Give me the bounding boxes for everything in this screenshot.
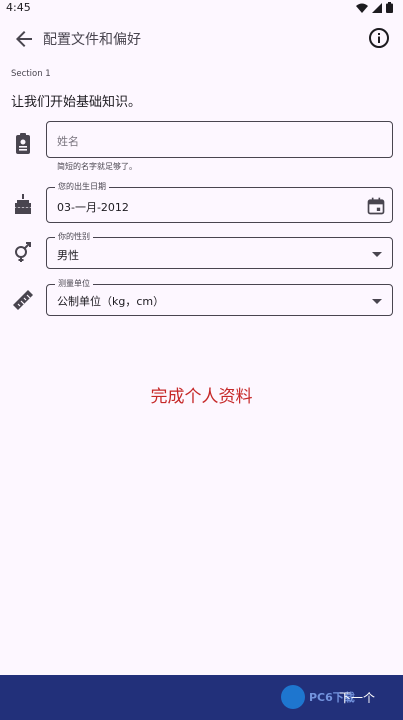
app-bar: 配置文件和偏好: [0, 16, 403, 60]
wifi-icon: [356, 3, 368, 13]
chevron-down-icon[interactable]: [372, 299, 382, 304]
birthdate-label: 您的出生日期: [55, 182, 109, 192]
chevron-down-icon[interactable]: [372, 252, 382, 257]
info-icon[interactable]: [367, 26, 391, 50]
next-button[interactable]: 下一个: [339, 689, 375, 706]
status-bar: 4:45: [0, 0, 403, 16]
page-title: 配置文件和偏好: [43, 32, 141, 48]
name-field[interactable]: 姓名: [46, 121, 393, 158]
ruler-icon: [13, 290, 33, 310]
battery-icon: [386, 2, 393, 13]
name-helper-text: 简短的名字就足够了。: [57, 162, 137, 171]
complete-profile-message: 完成个人资料: [150, 387, 253, 407]
status-icons: [356, 2, 393, 13]
units-value: 公制单位（kg，cm）: [57, 295, 165, 308]
bottom-bar: PC6下载 下一个: [0, 675, 403, 720]
birthdate-field[interactable]: 您的出生日期 03-一月-2012: [46, 182, 393, 223]
badge-icon: [16, 133, 30, 154]
profile-preferences-screen: 4:45 配置文件和偏好 Section 1 让我们开始基础知识。 姓名 简短的…: [0, 0, 403, 720]
back-arrow-icon[interactable]: [12, 27, 36, 51]
calendar-icon[interactable]: [366, 196, 386, 216]
cake-icon: [15, 194, 31, 214]
units-label: 测量单位: [55, 279, 93, 289]
gender-dropdown[interactable]: 你的性别 男性: [46, 232, 393, 269]
section-label: Section 1: [11, 69, 51, 79]
watermark-logo-icon: [281, 685, 305, 709]
signal-icon: [372, 2, 382, 13]
gender-value: 男性: [57, 249, 79, 262]
birthdate-value: 03-一月-2012: [57, 201, 129, 214]
gender-icon: [15, 242, 31, 262]
units-dropdown[interactable]: 测量单位 公制单位（kg，cm）: [46, 279, 393, 316]
intro-text: 让我们开始基础知识。: [11, 95, 142, 110]
gender-label: 你的性别: [55, 232, 93, 242]
status-time: 4:45: [6, 1, 31, 14]
name-placeholder: 姓名: [57, 135, 79, 148]
